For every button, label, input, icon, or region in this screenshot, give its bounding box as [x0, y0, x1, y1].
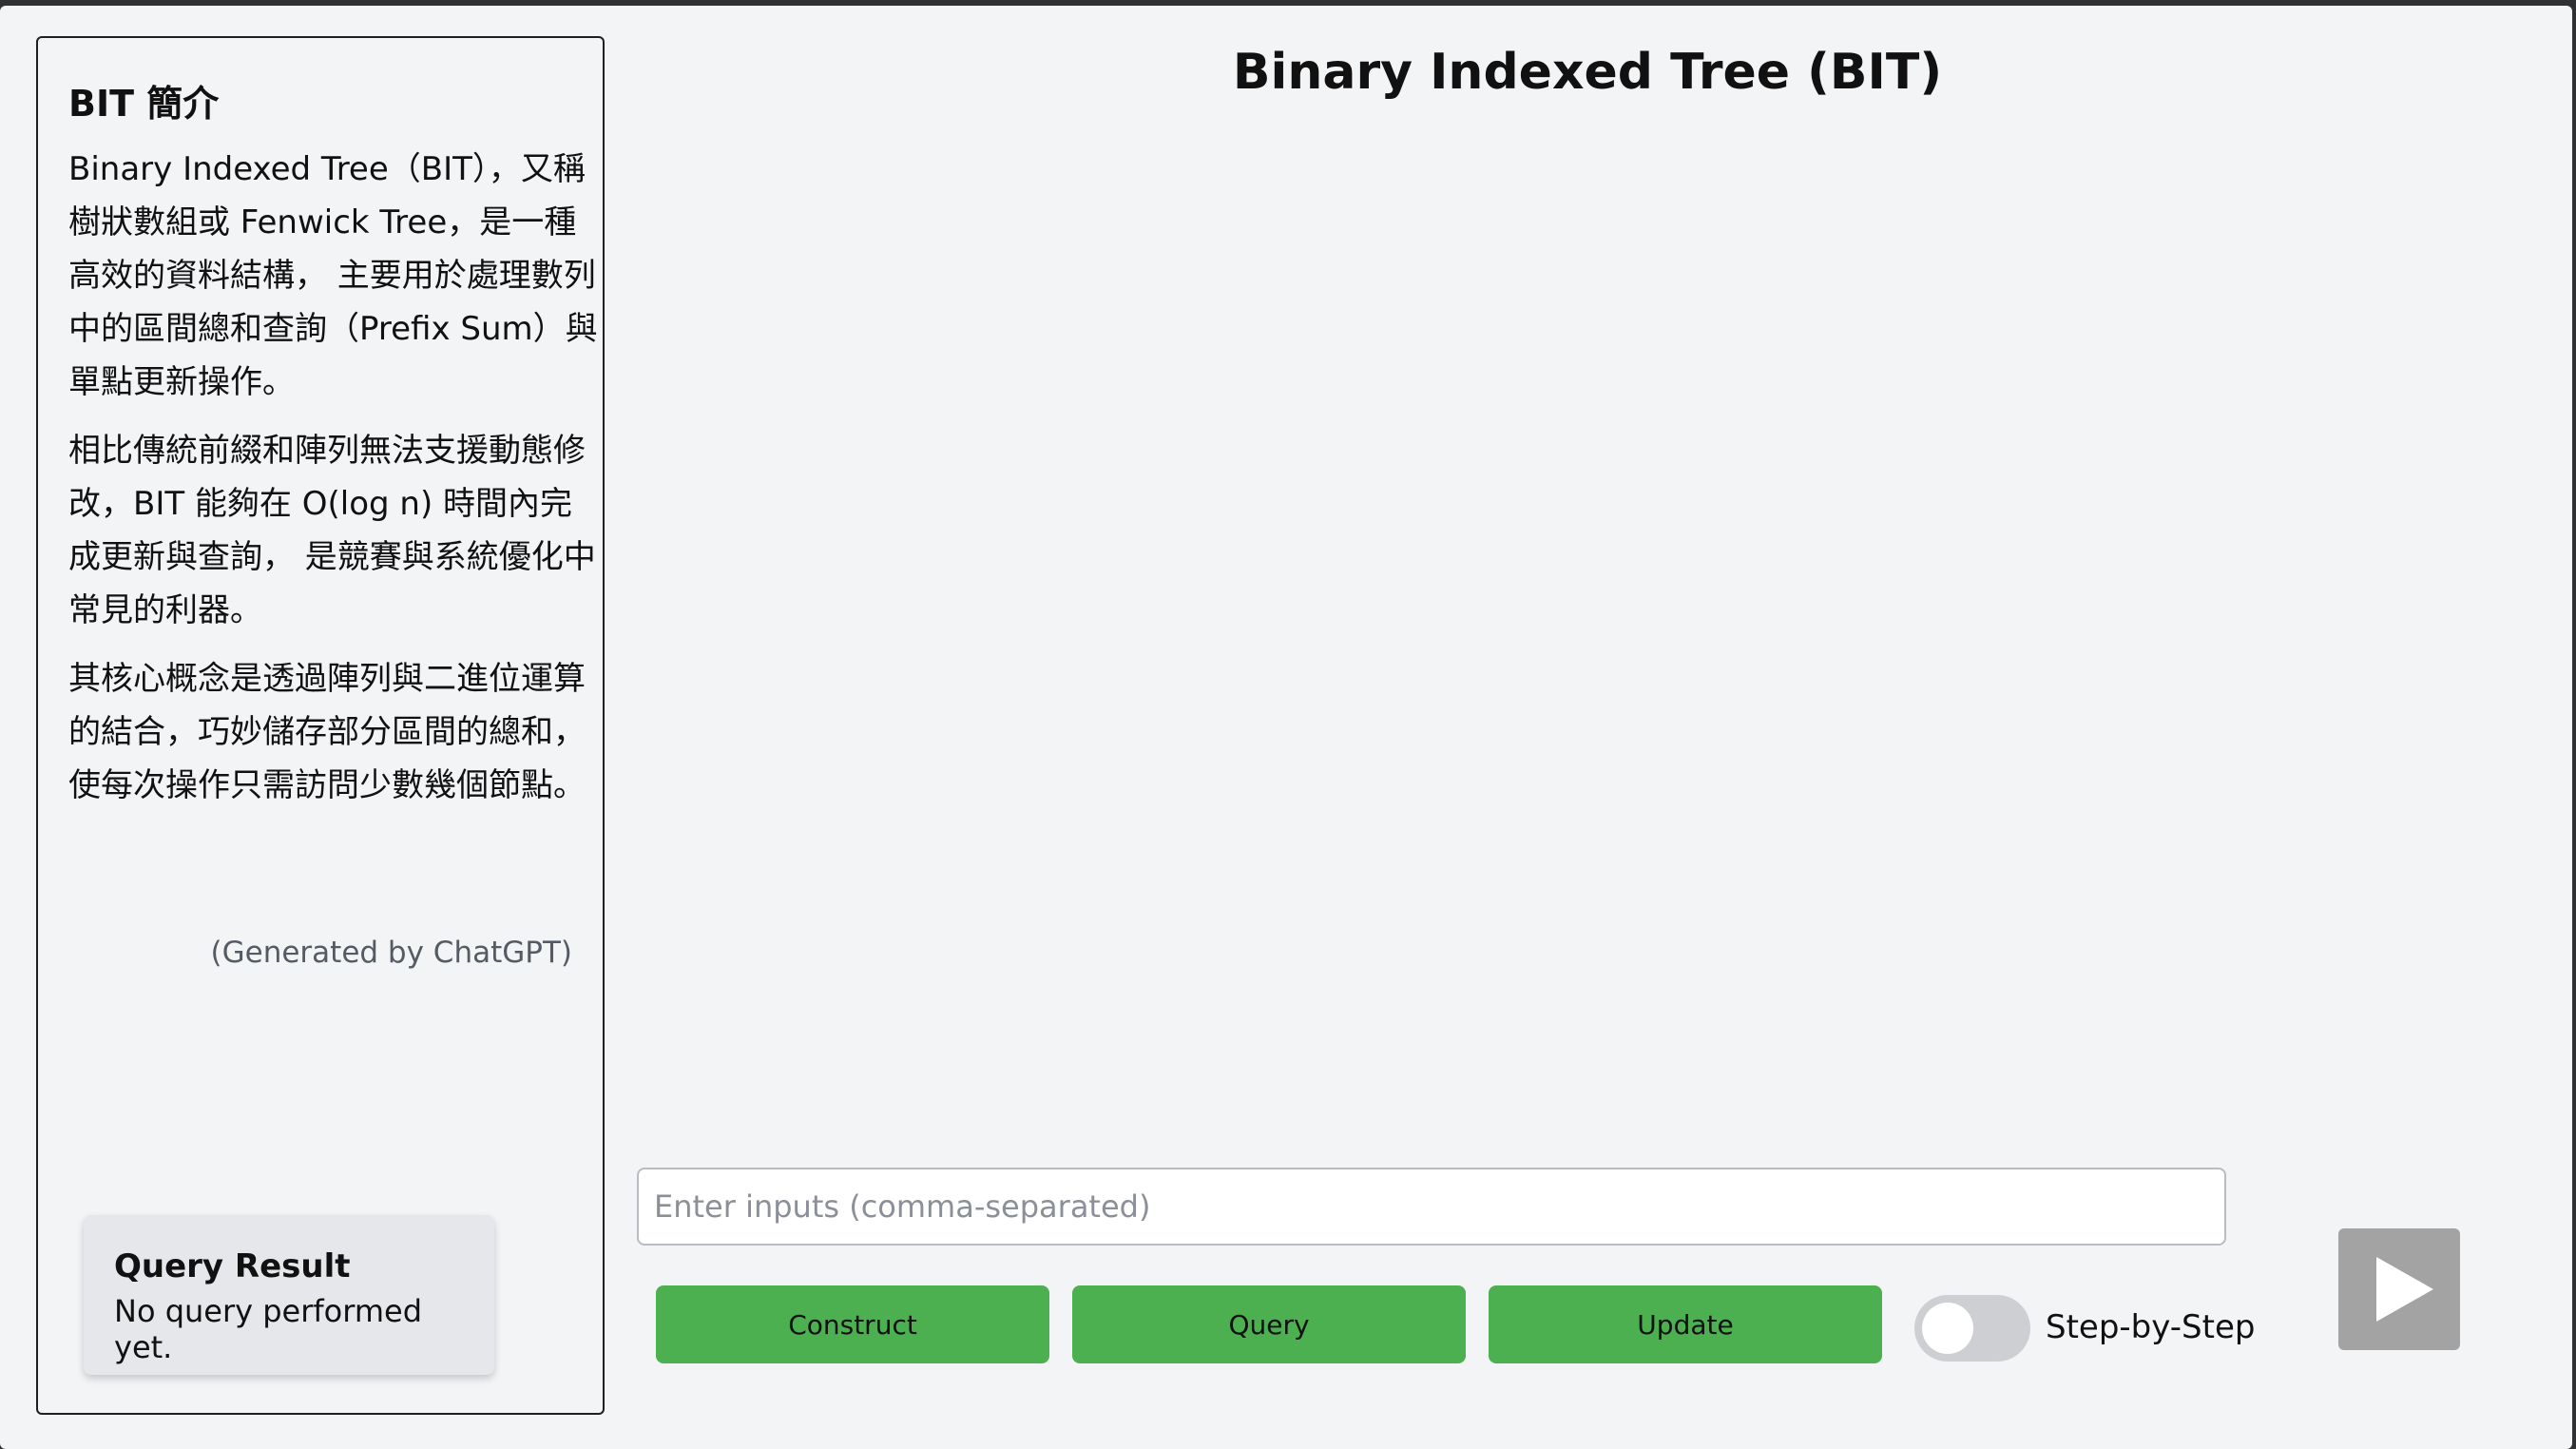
- step-by-step-toggle[interactable]: [1914, 1295, 2030, 1362]
- query-result-title: Query Result: [114, 1247, 351, 1285]
- intro-title: BIT 簡介: [68, 83, 220, 125]
- inputs-field[interactable]: [637, 1168, 2226, 1246]
- intro-paragraph: 相比傳統前綴和陣列無法支援動態修改，BIT 能夠在 O(log n) 時間內完成…: [68, 432, 596, 629]
- app-window: BIT 簡介 Binary Indexed Tree（BIT），又稱樹狀數組或 …: [0, 6, 2572, 1449]
- construct-button[interactable]: Construct: [656, 1285, 1049, 1363]
- intro-body: Binary Indexed Tree（BIT），又稱樹狀數組或 Fenwick…: [68, 143, 601, 827]
- query-button[interactable]: Query: [1072, 1285, 1466, 1363]
- intro-paragraph: 其核心概念是透過陣列與二進位運算的結合，巧妙儲存部分區間的總和， 使每次操作只需…: [68, 660, 586, 804]
- tree-canvas: [637, 129, 2528, 1137]
- sidebar-panel: BIT 簡介 Binary Indexed Tree（BIT），又稱樹狀數組或 …: [36, 36, 605, 1415]
- query-result-card: Query Result No query performed yet.: [84, 1215, 494, 1375]
- play-button[interactable]: [2338, 1228, 2460, 1350]
- toggle-knob: [1922, 1303, 1973, 1354]
- query-result-text: No query performed yet.: [114, 1293, 422, 1365]
- intro-paragraph: Binary Indexed Tree（BIT），又稱樹狀數組或 Fenwick…: [68, 150, 598, 401]
- update-button[interactable]: Update: [1489, 1285, 1882, 1363]
- step-by-step-label: Step-by-Step: [2046, 1308, 2256, 1346]
- page-title: Binary Indexed Tree (BIT): [1232, 44, 1943, 101]
- play-icon: [2376, 1257, 2433, 1322]
- credit-text: (Generated by ChatGPT): [210, 936, 572, 970]
